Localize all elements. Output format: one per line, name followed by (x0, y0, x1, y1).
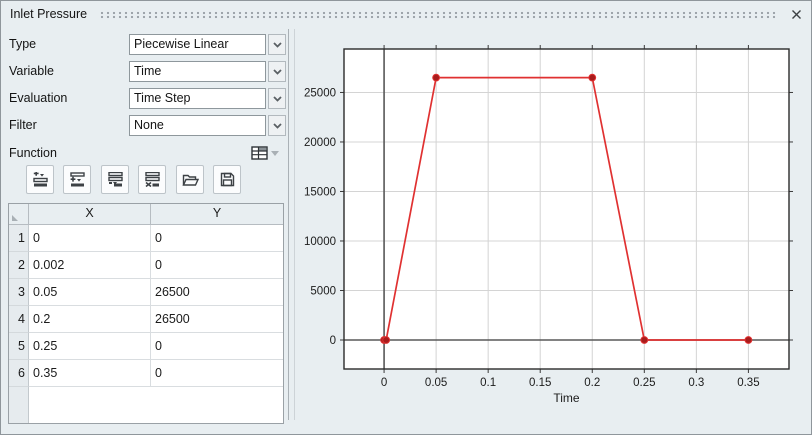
x-tick-label: 0.05 (425, 377, 447, 389)
panel-splitter[interactable] (288, 29, 295, 420)
variable-dropdown-button[interactable] (268, 61, 286, 82)
y-tick-label: 0 (330, 335, 336, 347)
evaluation-label: Evaluation (9, 91, 68, 105)
table-cell-x[interactable]: 0.35 (29, 360, 151, 387)
y-tick-label: 5000 (310, 285, 336, 297)
open-folder-icon (181, 174, 199, 186)
function-plot: 0 5000 10000 15000 20000 25000 0 0.05 0.1 0.15 0.2… (304, 45, 793, 405)
row-number[interactable]: 1 (9, 225, 29, 252)
column-header-y[interactable]: Y (151, 204, 283, 224)
select-all-corner[interactable] (9, 204, 29, 224)
filter-select[interactable]: None (129, 115, 266, 136)
table-cell-y[interactable]: 26500 (151, 306, 283, 333)
type-dropdown-button[interactable] (268, 34, 286, 55)
delete-row-button[interactable] (138, 165, 166, 194)
evaluation-select[interactable]: Time Step (129, 88, 266, 109)
table-cell-x[interactable]: 0.25 (29, 333, 151, 360)
form-row-type: Type Piecewise Linear (1, 34, 291, 55)
type-select[interactable]: Piecewise Linear (129, 34, 266, 55)
variable-label: Variable (9, 64, 54, 78)
data-point-marker (744, 336, 753, 344)
x-tick-label: 0.3 (688, 377, 704, 389)
table-row: 4 0.2 26500 (9, 306, 283, 333)
inlet-pressure-dialog: Inlet Pressure Type Piecewise Linear Var… (0, 0, 812, 435)
y-tick-label: 25000 (304, 87, 336, 99)
form-row-filter: Filter None (1, 115, 291, 136)
open-button[interactable] (176, 165, 204, 194)
data-point-marker (640, 336, 649, 344)
y-tick-label: 10000 (304, 236, 336, 248)
table-empty-area (9, 387, 283, 423)
table-cell-x[interactable]: 0.002 (29, 252, 151, 279)
type-label: Type (9, 37, 37, 51)
corner-triangle-icon (12, 215, 18, 221)
row-number[interactable]: 5 (9, 333, 29, 360)
y-tick-label: 15000 (304, 186, 336, 198)
variable-select[interactable]: Time (129, 61, 266, 82)
insert-row-below-icon (107, 172, 123, 187)
form-row-variable: Variable Time (1, 61, 291, 82)
table-row: 5 0.25 0 (9, 333, 283, 360)
save-icon (220, 172, 234, 187)
table-header-row: X Y (9, 204, 283, 225)
row-number[interactable]: 4 (9, 306, 29, 333)
insert-row-below-button[interactable] (101, 165, 129, 194)
insert-row-button[interactable] (63, 165, 91, 194)
data-point-marker (588, 73, 597, 82)
row-number[interactable]: 6 (9, 360, 29, 387)
table-cell-x[interactable]: 0 (29, 225, 151, 252)
caret-down-icon (271, 150, 279, 156)
chevron-down-icon (272, 68, 282, 75)
filter-label: Filter (9, 118, 37, 132)
chevron-down-icon (272, 41, 282, 48)
insert-row-icon (69, 172, 85, 187)
evaluation-dropdown-button[interactable] (268, 88, 286, 109)
x-tick-label: 0.2 (584, 377, 600, 389)
x-tick-label: 0 (381, 377, 387, 389)
table-row: 100 (9, 225, 283, 252)
table-cell-y[interactable]: 0 (151, 333, 283, 360)
cells-filler (29, 387, 283, 423)
chevron-down-icon (272, 122, 282, 129)
data-point-marker (432, 73, 441, 82)
table-cell-x[interactable]: 0.05 (29, 279, 151, 306)
table-body: 1 0 0 2 0.002 0 3 0.05 26500 4 0.2 26500 5 0.25 0 6 0.35… (9, 225, 283, 387)
x-tick-label: 0.15 (529, 377, 551, 389)
column-header-x[interactable]: X (29, 204, 151, 224)
x-tick-label: 0.25 (633, 377, 655, 389)
gutter-filler (9, 387, 29, 423)
table-view-button[interactable] (251, 143, 281, 163)
table-row: 6 0.35 0 (9, 360, 283, 387)
table-row: 3 0.05 26500 (9, 279, 283, 306)
x-tick-label: 0.1 (480, 377, 496, 389)
form-row-evaluation: Evaluation Time Step (1, 88, 291, 109)
x-axis-label: Time (553, 391, 580, 405)
table-cell-x[interactable]: 0.2 (29, 306, 151, 333)
table-cell-y[interactable]: 0 (151, 252, 283, 279)
data-point-marker (382, 336, 391, 344)
function-section-header: Function (1, 142, 291, 164)
function-table: X Y 1 0 0 2 0.002 0 3 0.05 26500 4 0.2 26500 5 0.25 0 6… (8, 203, 284, 424)
dialog-title: Inlet Pressure (10, 7, 88, 21)
x-tick-label: 0.35 (737, 377, 759, 389)
function-label: Function (9, 146, 57, 160)
table-cell-y[interactable]: 0 (151, 360, 283, 387)
save-button[interactable] (213, 165, 241, 194)
insert-row-above-icon (32, 172, 48, 187)
filter-dropdown-button[interactable] (268, 115, 286, 136)
insert-row-above-button[interactable] (26, 165, 54, 194)
table-row: 2 0.002 0 (9, 252, 283, 279)
table-cell-y[interactable]: 26500 (151, 279, 283, 306)
delete-row-icon (144, 172, 160, 187)
row-number[interactable]: 3 (9, 279, 29, 306)
table-grid-icon (251, 146, 268, 160)
y-tick-label: 20000 (304, 137, 336, 149)
row-number[interactable]: 2 (9, 252, 29, 279)
chevron-down-icon (272, 95, 282, 102)
table-cell-y[interactable]: 0 (151, 225, 283, 252)
